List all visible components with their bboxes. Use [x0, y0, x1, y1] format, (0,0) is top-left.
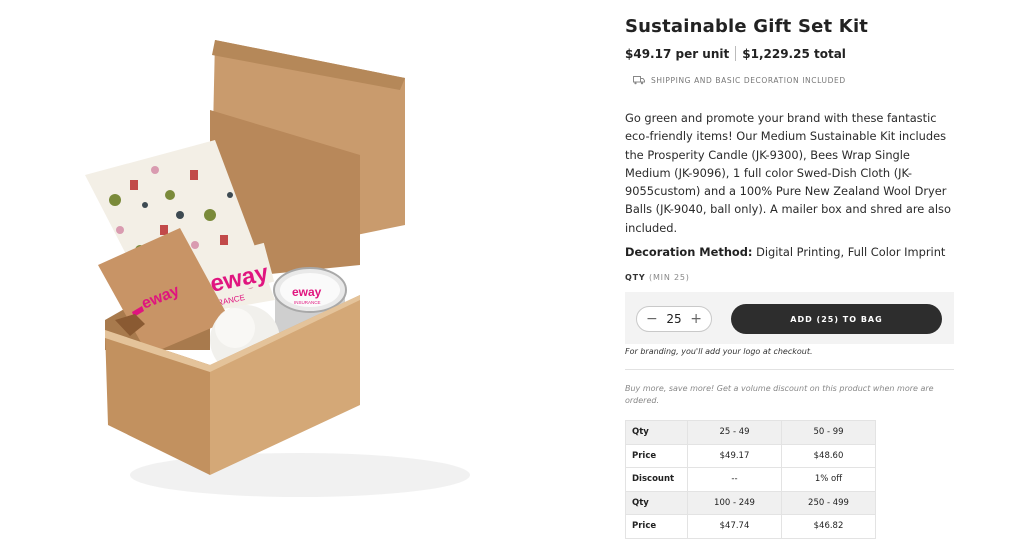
add-to-bag-button[interactable]: ADD (25) TO BAG: [731, 304, 942, 334]
increment-button[interactable]: +: [690, 312, 702, 326]
table-row: Qty 100 - 249 250 - 499: [625, 490, 876, 515]
decrement-button[interactable]: −: [646, 312, 658, 326]
volume-discount-note: Buy more, save more! Get a volume discou…: [625, 384, 934, 405]
row-header: Qty: [625, 490, 688, 515]
unit-price: $49.17 per unit: [625, 46, 730, 61]
divider: [625, 369, 954, 370]
table-row: Discount -- 1% off: [625, 467, 876, 492]
row-header: Price: [625, 443, 688, 468]
svg-text:eway: eway: [292, 285, 322, 299]
add-to-bag-box: − 25 + ADD (25) TO BAG: [625, 292, 954, 344]
gift-box-illustration: eway RANCE eway eway INSURANCE: [85, 40, 470, 497]
decoration-method: Decoration Method: Digital Printing, Ful…: [625, 245, 945, 259]
quantity-stepper[interactable]: − 25 +: [636, 306, 712, 332]
decoration-value: Digital Printing, Full Color Imprint: [756, 245, 946, 259]
table-cell: 1% off: [781, 467, 876, 492]
table-cell: $46.82: [781, 514, 876, 539]
price-line: $49.17 per unit $1,229.25 total: [625, 46, 846, 61]
shipping-text: SHIPPING AND BASIC DECORATION INCLUDED: [651, 76, 846, 85]
table-cell: 50 - 99: [781, 420, 876, 445]
volume-discount-table: Qty 25 - 49 50 - 99 Price $49.17 $48.60 Discou…: [625, 420, 876, 539]
table-cell: 250 - 499: [781, 490, 876, 515]
qty-label: QTY (MIN 25): [625, 273, 690, 282]
table-cell: $48.60: [781, 443, 876, 468]
quantity-value[interactable]: 25: [666, 312, 681, 326]
decoration-label: Decoration Method:: [625, 245, 753, 259]
branding-note: For branding, you'll add your logo at ch…: [625, 347, 813, 356]
row-header: Qty: [625, 420, 688, 445]
shipping-note: SHIPPING AND BASIC DECORATION INCLUDED: [633, 76, 846, 85]
qty-min: (MIN 25): [649, 273, 690, 282]
product-description: Go green and promote your brand with the…: [625, 111, 951, 235]
svg-text:INSURANCE: INSURANCE: [294, 300, 321, 305]
table-cell: $47.74: [687, 514, 782, 539]
table-cell: $49.17: [687, 443, 782, 468]
table-row: Price $49.17 $48.60: [625, 443, 876, 468]
table-row: Qty 25 - 49 50 - 99: [625, 420, 876, 445]
row-header: Discount: [625, 467, 688, 492]
price-divider: [735, 46, 737, 61]
truck-icon: [633, 76, 645, 85]
row-header: Price: [625, 514, 688, 539]
table-cell: 25 - 49: [687, 420, 782, 445]
product-image: eway RANCE eway eway INSURANCE: [60, 20, 480, 520]
total-price: $1,229.25 total: [742, 46, 846, 61]
product-title: Sustainable Gift Set Kit: [625, 16, 869, 37]
table-cell: --: [687, 467, 782, 492]
table-row: Price $47.74 $46.82: [625, 514, 876, 539]
table-cell: 100 - 249: [687, 490, 782, 515]
